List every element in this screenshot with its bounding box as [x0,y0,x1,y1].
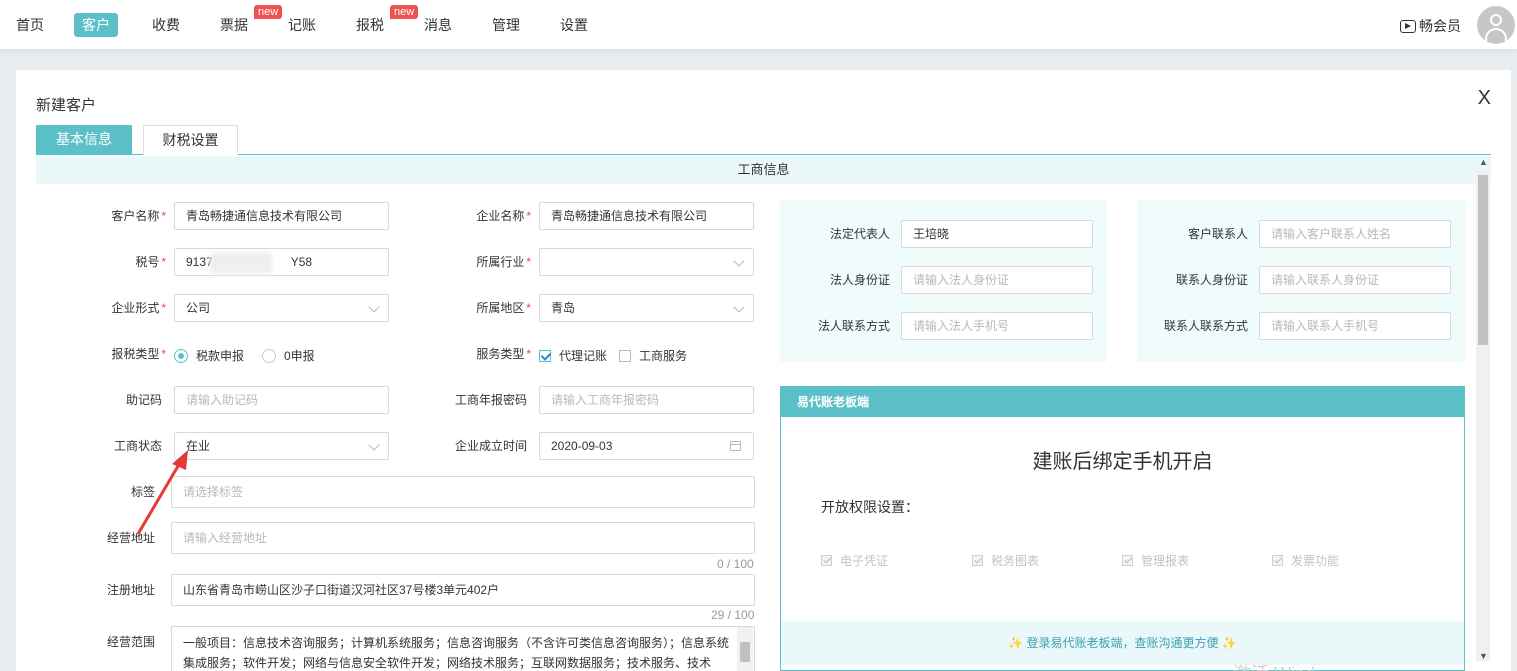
textarea-scrollbar[interactable] [737,627,753,671]
boss-app-panel: 易代账老板端 建账后绑定手机开启 开放权限设置： 电子凭证 税务图表 管理报表 … [780,386,1465,671]
legal-id-input[interactable]: 请输入法人身份证 [901,266,1093,294]
sparkle-icon: ✨ [1218,636,1237,650]
chevron-down-icon [733,255,745,267]
radio-tax-declare[interactable]: 税款申报 [174,347,244,364]
legal-rep-input[interactable]: 王培晓 [901,220,1093,248]
redacted-region [210,252,272,274]
tax-type-label: 报税类型 * [111,347,166,361]
contact-id-input[interactable]: 请输入联系人身份证 [1259,266,1451,294]
reg-address-input[interactable]: 山东省青岛市崂山区沙子口街道汉河社区37号楼3单元402户 [171,574,755,606]
legal-rep-label: 法定代表人 [829,227,890,241]
contact-name-input[interactable]: 请输入客户联系人姓名 [1259,220,1451,248]
biz-scope-label: 经营范围 [106,635,155,649]
tab-basic-info[interactable]: 基本信息 [36,125,132,155]
customer-name-label: 客户名称 * [111,209,166,223]
founded-date-picker[interactable]: 2020-09-03 [539,432,754,460]
contact-phone-label: 联系人联系方式 [1163,319,1248,333]
legal-contact-label: 法人联系方式 [817,319,890,333]
tax-no-label: 税号 * [135,255,166,269]
checkbox-bookkeeping[interactable]: 代理记账 [539,347,607,364]
top-nav: 首页 客户 收费 票据 new 记账 报税 new 消息 管理 设置 畅会员 [0,0,1517,50]
perm-title: 开放权限设置： [821,499,919,515]
reg-address-label: 注册地址 [106,583,155,597]
tags-label: 标签 [130,485,155,499]
tab-tax-settings[interactable]: 财税设置 [143,125,238,155]
nav-messages[interactable]: 消息 [424,13,452,37]
dialog-tabs: 基本信息 财税设置 [36,125,1491,155]
company-name-input[interactable]: 青岛畅捷通信息技术有限公司 [539,202,754,230]
contact-phone-input[interactable]: 请输入联系人手机号 [1259,312,1451,340]
nav-bills[interactable]: 票据 [220,13,248,37]
founded-label: 企业成立时间 [454,439,527,453]
vip-label: 畅会员 [1419,18,1461,34]
perm-e-voucher: 电子凭证 [821,552,888,569]
new-badge: new [254,5,283,19]
biz-status-select[interactable]: 在业 [174,432,389,460]
perm-mgmt-reports: 管理报表 [1122,552,1189,569]
dialog-title: 新建客户 [36,97,97,114]
contact-id-label: 联系人身份证 [1175,273,1248,287]
legal-id-label: 法人身份证 [829,273,890,287]
boss-panel-footer[interactable]: ✨ 登录易代账老板端，查账沟通更方便 ✨ [781,621,1464,665]
service-type-label: 服务类型 * [476,347,531,361]
perm-tax-charts: 税务图表 [972,552,1039,569]
company-form-select[interactable]: 公司 [174,294,389,322]
windows-activation-watermark: 激活 Wind [1233,660,1315,671]
reg-address-counter: 29 / 100 [711,608,755,622]
annual-report-pwd-input[interactable]: 请输入工商年报密码 [539,386,754,414]
nav-settings[interactable]: 设置 [560,13,588,37]
calendar-icon [730,441,741,451]
nav-bookkeeping[interactable]: 记账 [288,13,316,37]
region-select[interactable]: 青岛 [539,294,754,322]
close-icon[interactable]: X [1478,88,1491,108]
chevron-down-icon [733,301,745,313]
tax-no-input[interactable]: 9137 Y58 [174,248,389,276]
tax-no-start: 9137 [186,255,213,269]
user-avatar-icon[interactable] [1477,6,1515,44]
chevron-down-icon [368,439,380,451]
perm-invoice: 发票功能 [1272,552,1339,569]
checkbox-business-service[interactable]: 工商服务 [619,347,687,364]
radio-zero-declare[interactable]: 0申报 [262,347,315,364]
contact-name-label: 客户联系人 [1187,227,1248,241]
nav-home[interactable]: 首页 [16,13,44,37]
mnemonic-input[interactable]: 请输入助记码 [174,386,389,414]
customer-name-input[interactable]: 青岛畅捷通信息技术有限公司 [174,202,389,230]
boss-panel-headline: 建账后绑定手机开启 [1032,451,1213,473]
tags-select[interactable]: 请选择标签 [171,476,755,508]
biz-address-counter: 0 / 100 [717,557,754,571]
biz-address-input[interactable]: 请输入经营地址 [171,522,755,554]
section-title: 工商信息 [36,156,1491,184]
industry-select[interactable] [539,248,754,276]
company-name-label: 企业名称 * [476,209,531,223]
boss-panel-header: 易代账老板端 [781,387,1464,417]
company-form-label: 企业形式 * [111,301,166,315]
video-play-icon [1400,19,1416,33]
annual-report-pwd-label: 工商年报密码 [454,393,527,407]
vip-link[interactable]: 畅会员 [1400,16,1461,36]
tax-no-end: Y58 [290,255,313,269]
biz-status-label: 工商状态 [113,439,162,453]
nav-customer[interactable]: 客户 [74,13,118,37]
new-badge: new [390,5,419,19]
mnemonic-label: 助记码 [125,393,162,407]
nav-charge[interactable]: 收费 [152,13,180,37]
chevron-down-icon [368,301,380,313]
legal-contact-input[interactable]: 请输入法人手机号 [901,312,1093,340]
region-label: 所属地区 * [476,301,531,315]
biz-scope-textarea[interactable]: 一般项目：信息技术咨询服务；计算机系统服务；信息咨询服务（不含许可类信息咨询服务… [171,626,755,671]
nav-manage[interactable]: 管理 [492,13,520,37]
dialog-scrollbar[interactable]: ▲ ▼ [1476,157,1490,661]
biz-address-label: 经营地址 [106,531,155,545]
industry-label: 所属行业 * [476,255,531,269]
sparkle-icon: ✨ [1008,636,1027,650]
nav-tax[interactable]: 报税 [356,13,384,37]
